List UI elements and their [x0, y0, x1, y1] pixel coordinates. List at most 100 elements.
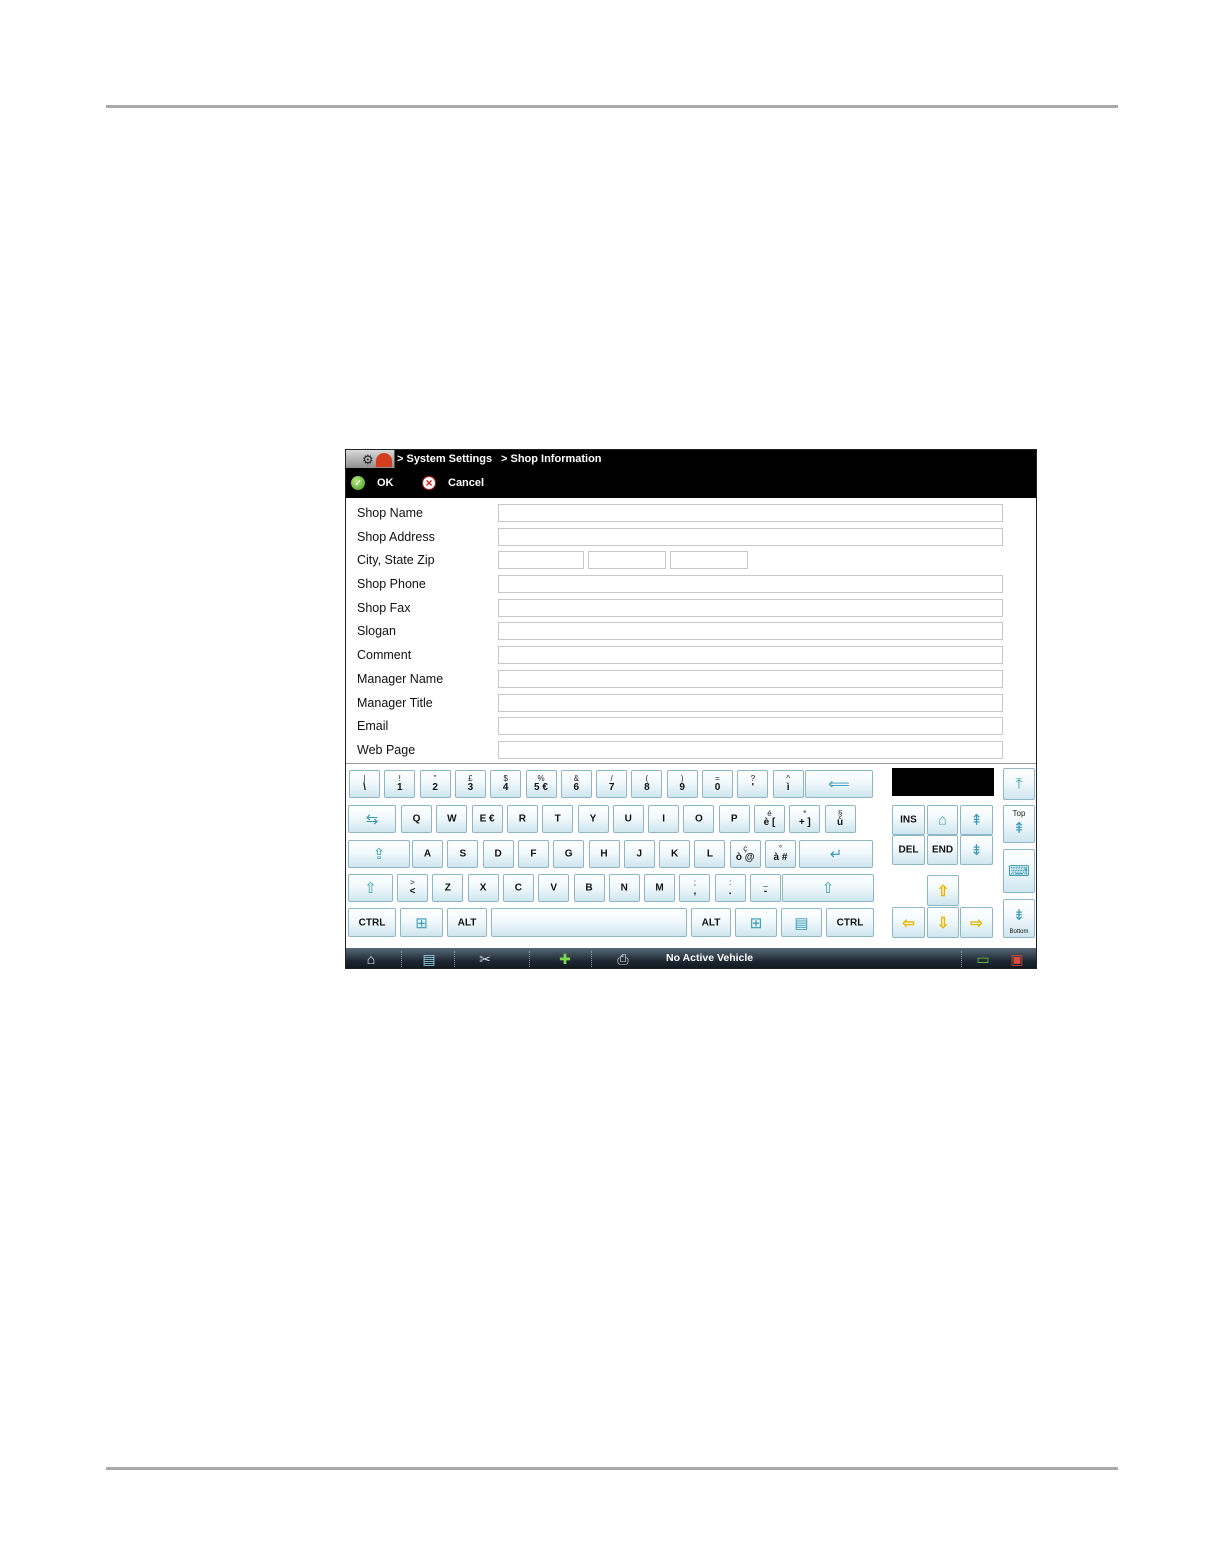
ok-button[interactable]: ✓ OK — [351, 474, 394, 492]
key-backspace[interactable]: ⟸ — [805, 770, 873, 798]
key-row2-11[interactable]: * + ] — [789, 805, 821, 833]
key-windows-left[interactable]: ⊞ — [400, 908, 443, 937]
key-row1-9[interactable]: ) 9 — [666, 770, 698, 798]
vehicle-icon[interactable]: ✚ — [554, 950, 576, 968]
key-row2-10[interactable]: éè [ — [754, 805, 785, 833]
key-shift-left[interactable]: ⇧ — [348, 874, 393, 902]
key-row4-10[interactable]: _ - — [750, 874, 781, 902]
key-row3-6[interactable]: J — [623, 840, 655, 868]
key-row1-0[interactable]: | \ — [349, 770, 380, 798]
shop-name-field[interactable] — [498, 504, 1003, 522]
comment-field[interactable] — [498, 646, 1003, 664]
key-row2-4[interactable]: T — [542, 805, 574, 833]
key-row3-7[interactable]: K — [659, 840, 691, 868]
zip-field[interactable] — [670, 551, 748, 569]
state-field[interactable] — [588, 551, 666, 569]
key-row2-0[interactable]: Q — [401, 805, 432, 833]
key-row1-1[interactable]: ! 1 — [384, 770, 416, 798]
shop-address-field[interactable] — [498, 528, 1003, 546]
tools-icon[interactable]: ✂ — [474, 950, 496, 968]
key-caps-lock[interactable]: ⇪ — [348, 840, 410, 868]
home-tab[interactable]: ⚙ — [346, 450, 395, 468]
manager-title-field[interactable] — [498, 694, 1003, 712]
key-row2-1[interactable]: W — [436, 805, 468, 833]
key-row4-8[interactable]: ;, — [679, 874, 711, 902]
key-del[interactable]: DEL — [892, 835, 925, 865]
key-page-down[interactable]: ⇟ — [960, 835, 993, 865]
key-row1-11[interactable]: ? ' — [737, 770, 769, 798]
manager-name-field[interactable] — [498, 670, 1003, 688]
key-bottom[interactable]: ⇟ Bottom — [1003, 899, 1035, 938]
key-row3-8[interactable]: L — [694, 840, 726, 868]
key-row4-3[interactable]: C — [502, 874, 534, 902]
key-top[interactable]: Top ⇞ — [1003, 805, 1035, 843]
key-row3-5[interactable]: H — [588, 840, 620, 868]
key-row2-5[interactable]: Y — [577, 805, 609, 833]
key-row3-1[interactable]: S — [447, 840, 479, 868]
key-row1-6[interactable]: & 6 — [560, 770, 592, 798]
key-arrow-down[interactable]: ⇩ — [927, 907, 959, 938]
key-row1-8[interactable]: (8 — [631, 770, 663, 798]
key-ctrl-left[interactable]: CTRL — [348, 908, 396, 937]
key-ins[interactable]: INS — [892, 805, 925, 835]
key-row4-2[interactable]: X — [467, 874, 499, 902]
breadcrumb-system-settings[interactable]: > System Settings — [397, 453, 492, 465]
key-arrow-up[interactable]: ⇧ — [927, 875, 959, 906]
slogan-field[interactable] — [498, 622, 1003, 640]
key-shift-right[interactable]: ⇧ — [782, 874, 874, 902]
key-row4-6[interactable]: N — [608, 874, 640, 902]
key-row4-5[interactable]: B — [573, 874, 605, 902]
cancel-button[interactable]: × Cancel — [422, 474, 484, 492]
key-space[interactable] — [491, 908, 687, 937]
email-field[interactable] — [498, 717, 1003, 735]
key-row1-2[interactable]: " 2 — [419, 770, 451, 798]
key-row3-4[interactable]: G — [553, 840, 585, 868]
key-row3-3[interactable]: F — [517, 840, 549, 868]
key-windows-right[interactable]: ⊞ — [735, 908, 777, 937]
key-home[interactable]: ⌂ — [927, 805, 958, 835]
key-arrow-left[interactable]: ⇦ — [892, 907, 925, 938]
battery-icon[interactable]: ▣ — [1006, 950, 1028, 968]
key-row1-3[interactable]: £3 — [454, 770, 486, 798]
key-menu[interactable]: ▤ — [781, 908, 822, 937]
key-ctrl-right[interactable]: CTRL — [826, 908, 874, 937]
city-field[interactable] — [498, 551, 584, 569]
key-arrow-right[interactable]: ⇨ — [960, 907, 993, 938]
key-hide-keyboard[interactable]: ⌨ — [1003, 849, 1035, 893]
key-alt-left[interactable]: ALT — [447, 908, 487, 937]
key-row1-7[interactable]: /7 — [596, 770, 628, 798]
key-row2-8[interactable]: O — [683, 805, 715, 833]
home-icon[interactable]: ⌂ — [360, 950, 382, 968]
scanner-icon[interactable]: ▤ — [418, 950, 440, 968]
key-row4-1[interactable]: Z — [432, 874, 464, 902]
key-row3-10[interactable]: ° à # — [765, 840, 796, 868]
key-row2-6[interactable]: U — [612, 805, 644, 833]
connection-icon[interactable]: ▭ — [972, 950, 994, 968]
key-enter[interactable]: ↵ — [799, 840, 873, 868]
key-row2-3[interactable]: R — [506, 805, 538, 833]
shop-fax-field[interactable] — [498, 599, 1003, 617]
key-row4-0[interactable]: > < — [397, 874, 428, 902]
key-row4-4[interactable]: V — [538, 874, 570, 902]
key-scroll-up[interactable]: ⤒ — [1003, 768, 1035, 800]
key-row3-0[interactable]: A — [412, 840, 443, 868]
key-alt-right[interactable]: ALT — [691, 908, 731, 937]
key-row4-9[interactable]: :. — [714, 874, 746, 902]
printer-icon[interactable]: ⎙ — [612, 950, 634, 968]
key-row3-2[interactable]: D — [482, 840, 514, 868]
key-row1-5[interactable]: % 5 € — [525, 770, 557, 798]
shop-phone-field[interactable] — [498, 575, 1003, 593]
key-page-up[interactable]: ⇞ — [960, 805, 993, 835]
key-row2-9[interactable]: P — [718, 805, 750, 833]
key-row4-7[interactable]: M — [644, 874, 676, 902]
key-row1-12[interactable]: ^ ì — [772, 770, 804, 798]
key-tab[interactable]: ⇆ — [348, 805, 396, 833]
key-row2-2[interactable]: E € — [471, 805, 503, 833]
key-end[interactable]: END — [927, 835, 958, 865]
key-row2-12[interactable]: § ù — [824, 805, 856, 833]
key-row2-7[interactable]: I — [648, 805, 680, 833]
key-row1-4[interactable]: $4 — [490, 770, 522, 798]
web-page-field[interactable] — [498, 741, 1003, 759]
key-row1-10[interactable]: = 0 — [702, 770, 733, 798]
key-row3-9[interactable]: çò @ — [729, 840, 761, 868]
